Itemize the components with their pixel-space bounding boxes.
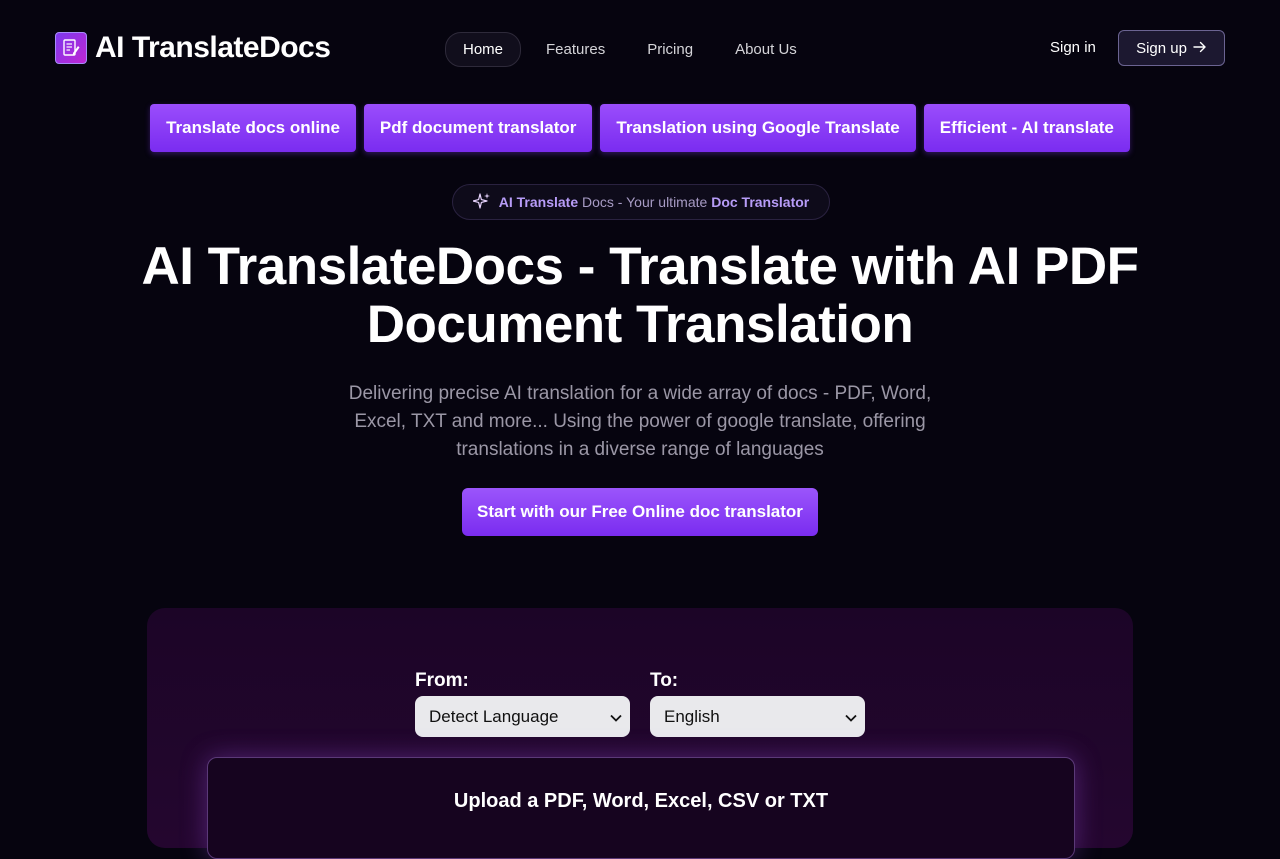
from-language-value: Detect Language bbox=[429, 706, 559, 726]
main-nav: Home Features Pricing About Us bbox=[445, 32, 822, 67]
nav-home[interactable]: Home bbox=[445, 32, 522, 67]
nav-features[interactable]: Features bbox=[529, 33, 622, 66]
tagline-part-2: Docs - Your ultimate bbox=[582, 194, 708, 210]
to-language-group: To: English bbox=[650, 670, 865, 737]
sign-up-label: Sign up bbox=[1136, 39, 1187, 57]
hero-title: AI TranslateDocs - Translate with AI PDF… bbox=[141, 237, 1139, 354]
document-edit-icon bbox=[55, 32, 87, 64]
tagline-part-3: Doc Translator bbox=[711, 194, 810, 210]
sign-up-button[interactable]: Sign up bbox=[1118, 30, 1225, 66]
nav-pricing[interactable]: Pricing bbox=[630, 33, 710, 66]
chevron-down-icon bbox=[845, 707, 857, 727]
to-label: To: bbox=[650, 670, 679, 691]
from-language-select[interactable]: Detect Language bbox=[415, 696, 630, 737]
tagline-part-1: AI Translate bbox=[498, 194, 579, 210]
pill-google-translate[interactable]: Translation using Google Translate bbox=[600, 104, 916, 152]
from-label: From: bbox=[415, 670, 469, 691]
chevron-down-icon bbox=[610, 707, 622, 727]
arrow-right-icon bbox=[1193, 40, 1207, 57]
brand-name: AI TranslateDocs bbox=[95, 31, 331, 64]
to-language-select[interactable]: English bbox=[650, 696, 865, 737]
upload-instructions: Upload a PDF, Word, Excel, CSV or TXT bbox=[453, 790, 829, 812]
pill-efficient-ai-translate[interactable]: Efficient - AI translate bbox=[923, 104, 1130, 152]
file-upload-dropzone[interactable]: Upload a PDF, Word, Excel, CSV or TXT bbox=[207, 757, 1075, 859]
from-language-group: From: Detect Language bbox=[415, 670, 630, 737]
sparkle-icon bbox=[472, 192, 491, 213]
pill-pdf-document-translator[interactable]: Pdf document translator bbox=[363, 104, 593, 152]
to-language-value: English bbox=[664, 706, 720, 726]
sign-in-link[interactable]: Sign in bbox=[1050, 39, 1096, 56]
pill-translate-docs-online[interactable]: Translate docs online bbox=[150, 104, 356, 152]
start-free-translator-button[interactable]: Start with our Free Online doc translato… bbox=[462, 488, 818, 536]
tagline-text: AI Translate Docs - Your ultimate Doc Tr… bbox=[499, 194, 809, 210]
brand-logo[interactable]: AI TranslateDocs bbox=[55, 31, 331, 65]
nav-about-us[interactable]: About Us bbox=[718, 33, 814, 66]
hero-subtitle: Delivering precise AI translation for a … bbox=[348, 383, 932, 460]
feature-pills: Translate docs online Pdf document trans… bbox=[0, 104, 1280, 152]
tagline-chip: AI Translate Docs - Your ultimate Doc Tr… bbox=[452, 184, 830, 220]
